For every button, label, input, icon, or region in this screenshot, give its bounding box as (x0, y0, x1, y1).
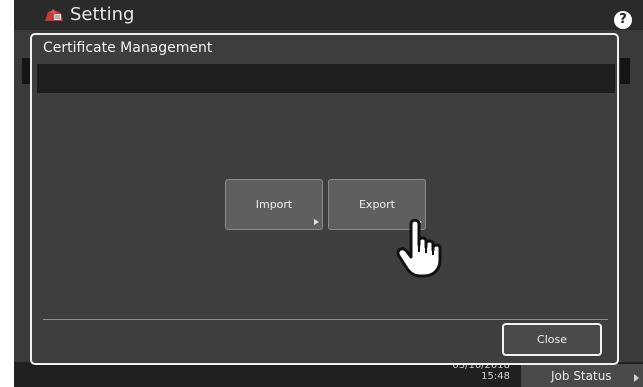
import-button[interactable]: Import (225, 179, 323, 230)
arrow-right-icon (314, 219, 319, 225)
hand-pointer-icon (396, 218, 442, 278)
background-panel-edge (620, 58, 630, 84)
help-icon[interactable]: ? (614, 11, 632, 29)
divider (43, 319, 608, 320)
dialog-title: Certificate Management (43, 40, 213, 56)
setting-icon (45, 9, 63, 21)
message-area (37, 64, 615, 93)
background-panel-edge (22, 58, 30, 84)
time-text: 15:48 (481, 371, 510, 382)
arrow-right-icon (634, 374, 639, 382)
job-status-button[interactable]: Job Status (521, 364, 643, 387)
job-status-label: Job Status (551, 369, 612, 383)
import-button-label: Import (255, 198, 293, 211)
certificate-management-dialog: Certificate Management Import Export Clo… (30, 33, 619, 365)
app-title: Setting (70, 4, 135, 25)
export-button-label: Export (358, 198, 395, 211)
screen: Setting ? 03/10/2018 15:48 Job Status Ce… (0, 0, 643, 387)
close-button[interactable]: Close (502, 323, 602, 356)
